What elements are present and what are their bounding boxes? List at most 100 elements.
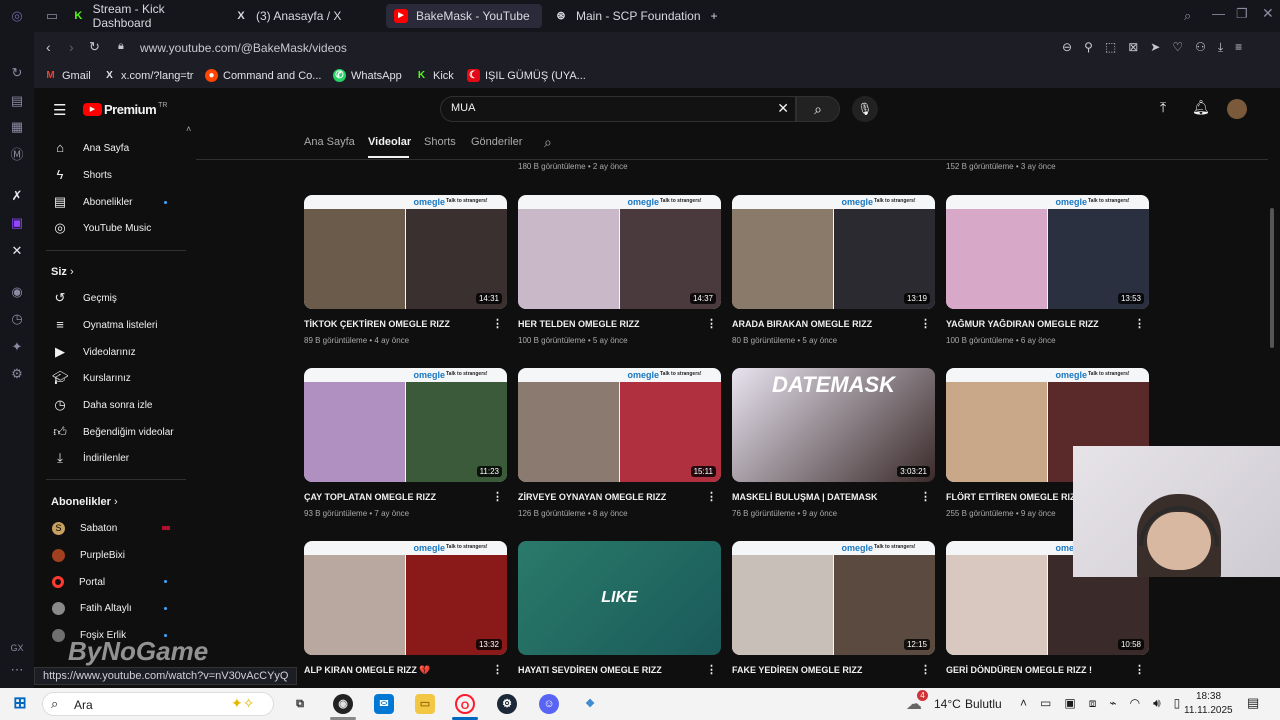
more-sidebar-icon[interactable]: ⋯ — [9, 662, 25, 678]
sub-item-portal[interactable]: Portal — [52, 570, 105, 594]
bookmark-kick[interactable]: K Kick — [415, 69, 454, 82]
more-actions-icon[interactable]: ⋮ — [1134, 663, 1145, 676]
video-title[interactable]: YAĞMUR YAĞDIRAN OMEGLE RIZZ — [946, 319, 1131, 329]
more-actions-icon[interactable]: ⋮ — [492, 490, 503, 503]
sidebar-item-shorts[interactable]: ϟ Shorts — [52, 163, 112, 187]
sidebar-item-downloads[interactable]: ⤓ İndirilenler — [52, 446, 129, 470]
more-actions-icon[interactable]: ⋮ — [920, 490, 931, 503]
send-icon[interactable]: ➤ — [1150, 40, 1160, 55]
twitch-icon[interactable]: ▣ — [9, 215, 25, 231]
video-card[interactable]: DATEMASK 3:03:21 MASKELİ BULUŞMA | DATEMAS… — [732, 368, 935, 518]
video-thumbnail[interactable]: omegle Talk to strangers! 14:37 — [518, 195, 721, 309]
you-section-header[interactable]: Siz › — [51, 266, 74, 278]
back-button[interactable]: ‹ — [46, 39, 51, 55]
video-title[interactable]: FAKE YEDİREN OMEGLE RIZZ — [732, 665, 917, 675]
video-card[interactable]: omegle Talk to strangers! 13:53 YAĞMUR YAĞD… — [946, 195, 1149, 345]
subscriptions-header[interactable]: Abonelikler › — [51, 496, 118, 508]
video-thumbnail[interactable]: DATEMASK 3:03:21 — [732, 368, 935, 482]
sidebar-item-liked[interactable]: 👍︎ Beğendiğim videolar — [52, 420, 173, 444]
bookmark-whatsapp[interactable]: ✆ WhatsApp — [333, 69, 402, 82]
sidebar-item-watch-later[interactable]: ◷ Daha sonra izle — [52, 393, 152, 417]
video-thumbnail[interactable]: omegle Talk to strangers! 11:23 — [304, 368, 507, 482]
more-actions-icon[interactable]: ⋮ — [706, 490, 717, 503]
close-window-button[interactable]: ✕ — [1262, 5, 1274, 22]
task-view-icon[interactable]: ⧉ — [290, 694, 310, 714]
refresh-sidebar-icon[interactable]: ↻ — [9, 65, 25, 81]
opera-logo-icon[interactable]: ◎ — [9, 8, 25, 24]
clear-search-icon[interactable]: ✕ — [777, 100, 789, 117]
discord-icon[interactable]: ☺ — [539, 694, 559, 714]
sub-item-purplebixi[interactable]: PurpleBixi — [52, 543, 125, 567]
sub-item-sabaton[interactable]: S Sabaton — [52, 516, 117, 540]
heart-icon[interactable]: ♡ — [1172, 40, 1183, 55]
gx-control-icon[interactable]: ▦ — [9, 119, 25, 135]
chevron-up-icon[interactable]: ˄ — [1020, 696, 1027, 711]
video-title[interactable]: HAYATI SEVDİREN OMEGLE RIZZ — [518, 665, 703, 675]
taskbar-search[interactable]: ⌕ Ara ✦✧ — [42, 692, 274, 716]
settings-icon[interactable]: ⚙ — [9, 366, 25, 382]
extensions-icon[interactable]: ✦ — [9, 339, 25, 355]
search-input[interactable]: MUA — [451, 102, 475, 114]
tray-app-icon[interactable]: ▣ — [1064, 696, 1075, 711]
video-card[interactable]: omegle Talk to strangers! 11:23 ÇAY TOPLATA… — [304, 368, 507, 518]
more-actions-icon[interactable]: ⋮ — [920, 317, 931, 330]
sub-item-fatih[interactable]: Fatih Altaylı — [52, 596, 132, 620]
collapse-icon[interactable]: ˄ — [186, 124, 191, 134]
snapshot-icon[interactable]: ⬚ — [1105, 40, 1116, 55]
windows-start-icon[interactable]: ⊞ — [10, 694, 30, 714]
outlook-icon[interactable]: ✉ — [374, 694, 394, 714]
notification-center-icon[interactable]: ▤ — [1247, 695, 1259, 711]
x-sidebar-icon[interactable]: ✕ — [9, 243, 25, 259]
tab-kick[interactable]: K Stream - Kick Dashboard — [64, 2, 214, 30]
gx-corner-icon[interactable]: ▤ — [9, 93, 25, 109]
more-actions-icon[interactable]: ⋮ — [1134, 317, 1145, 330]
notifications-icon[interactable]: 🔔︎ — [1192, 99, 1210, 116]
avatar[interactable] — [1227, 99, 1247, 119]
video-thumbnail[interactable]: omegle Talk to strangers! 12:15 — [732, 541, 935, 655]
menu-icon[interactable]: ≡ — [1235, 40, 1242, 55]
video-title[interactable]: ZİRVEYE OYNAYAN OMEGLE RIZZ — [518, 492, 703, 502]
video-title[interactable]: ARADA BIRAKAN OMEGLE RIZZ — [732, 319, 917, 329]
history-sidebar-icon[interactable]: ◷ — [9, 311, 25, 327]
sidebar-item-home[interactable]: ⌂ Ana Sayfa — [52, 136, 129, 160]
vscode-icon[interactable]: ❖ — [580, 694, 600, 714]
battery-icon[interactable]: ▯ — [1174, 696, 1181, 711]
tab-videos[interactable]: Videolar — [368, 136, 411, 148]
search-channel-icon[interactable]: ⌕ — [544, 134, 552, 151]
more-actions-icon[interactable]: ⋮ — [706, 663, 717, 676]
zoom-icon[interactable]: ⊖ — [1062, 40, 1072, 55]
player-icon[interactable]: ◉ — [9, 284, 25, 300]
sidebar-item-courses[interactable]: 🎓︎ Kurslarınız — [52, 366, 131, 390]
kick-sidebar-icon[interactable]: ✗ — [9, 188, 25, 204]
opera-gx-icon[interactable]: O — [455, 694, 475, 714]
search-button[interactable]: ⌕ — [796, 96, 840, 122]
messenger-icon[interactable]: Ⓜ — [9, 147, 25, 163]
video-thumbnail[interactable]: omegle Talk to strangers! 13:53 — [946, 195, 1149, 309]
video-card[interactable]: LIKE HAYATI SEVDİREN OMEGLE RIZZ ⋮ — [518, 541, 721, 676]
sidebar-item-music[interactable]: ◎ YouTube Music — [52, 216, 151, 240]
bookmark-isil[interactable]: ☾ IŞIL GÜMÜŞ (UYA... — [467, 69, 586, 82]
bookmark-x[interactable]: Xx.com/?lang=tr — [103, 69, 193, 82]
scrollbar[interactable] — [1270, 208, 1274, 348]
tab-youtube[interactable]: ▶ BakeMask - YouTube — [386, 4, 542, 28]
video-title[interactable]: MASKELİ BULUŞMA | DATEMASK — [732, 492, 917, 502]
wifi-icon[interactable]: ◠ — [1130, 696, 1140, 711]
search-box[interactable]: MUA ✕ — [440, 96, 796, 122]
pin-icon[interactable]: ⚲ — [1084, 40, 1093, 55]
tray-app-icon[interactable]: ▭ — [1040, 696, 1051, 711]
sidebar-item-history[interactable]: ↺ Geçmiş — [52, 286, 117, 310]
video-card[interactable]: omegle Talk to strangers! 14:31 TİKTOK ÇEKT… — [304, 195, 507, 345]
video-card[interactable]: omegle Talk to strangers! 13:19 ARADA BIRAK… — [732, 195, 935, 345]
new-tab-button[interactable]: + — [706, 4, 722, 28]
shield-icon[interactable]: ⊠ — [1128, 40, 1138, 55]
workspace-icon[interactable]: ▭ — [44, 8, 60, 24]
forward-button[interactable]: › — [69, 39, 74, 55]
tab-shorts[interactable]: Shorts — [424, 136, 456, 148]
restore-button[interactable]: ❐ — [1236, 6, 1248, 22]
more-actions-icon[interactable]: ⋮ — [492, 663, 503, 676]
video-thumbnail[interactable]: omegle Talk to strangers! 13:19 — [732, 195, 935, 309]
video-thumbnail[interactable]: LIKE — [518, 541, 721, 655]
video-card[interactable]: omegle Talk to strangers! 13:32 ALP KIRAN O… — [304, 541, 507, 676]
steam-icon[interactable]: ⚙ — [497, 694, 517, 714]
video-title[interactable]: TİKTOK ÇEKTİREN OMEGLE RIZZ — [304, 319, 489, 329]
